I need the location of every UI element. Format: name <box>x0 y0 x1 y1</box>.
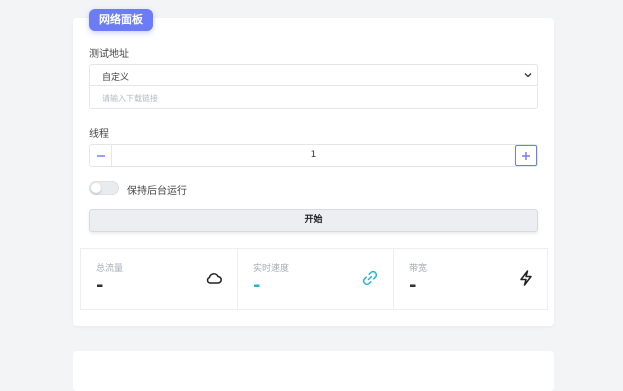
link-icon <box>362 270 378 286</box>
download-url-placeholder: 请输入下载链接 <box>102 94 158 103</box>
threads-label: 线程 <box>89 129 109 140</box>
threads-stepper[interactable]: 1 <box>89 144 538 167</box>
download-url-input[interactable]: 请输入下载链接 <box>89 87 538 109</box>
increment-button[interactable] <box>515 145 537 166</box>
panel-title-badge: 网络面板 <box>89 9 153 31</box>
stat-realtime-speed: 实时速度 - <box>237 249 393 309</box>
plus-icon <box>522 151 530 160</box>
stat-value: - <box>96 275 104 296</box>
start-button[interactable]: 开始 <box>89 209 538 232</box>
address-select[interactable]: 自定义 <box>89 64 538 86</box>
second-panel-card <box>73 351 554 391</box>
background-run-label: 保持后台运行 <box>127 186 187 197</box>
chevron-down-icon <box>524 73 532 78</box>
stat-value: - <box>409 275 417 296</box>
cloud-icon <box>206 273 222 284</box>
stat-title: 实时速度 <box>253 264 290 274</box>
stat-bandwidth: 带宽 - <box>393 249 549 309</box>
address-select-value: 自定义 <box>102 73 130 83</box>
stat-title: 带宽 <box>409 264 428 274</box>
background-run-toggle[interactable] <box>89 181 119 195</box>
test-address-label: 测试地址 <box>89 49 129 60</box>
stat-total-traffic: 总流量 - <box>81 249 237 309</box>
stats-row: 总流量 - 实时速度 - 带宽 - <box>80 248 548 310</box>
toggle-knob <box>91 183 101 193</box>
threads-value[interactable]: 1 <box>90 150 537 160</box>
stat-value: - <box>253 275 261 296</box>
stat-title: 总流量 <box>96 264 124 274</box>
lightning-icon <box>520 270 532 286</box>
